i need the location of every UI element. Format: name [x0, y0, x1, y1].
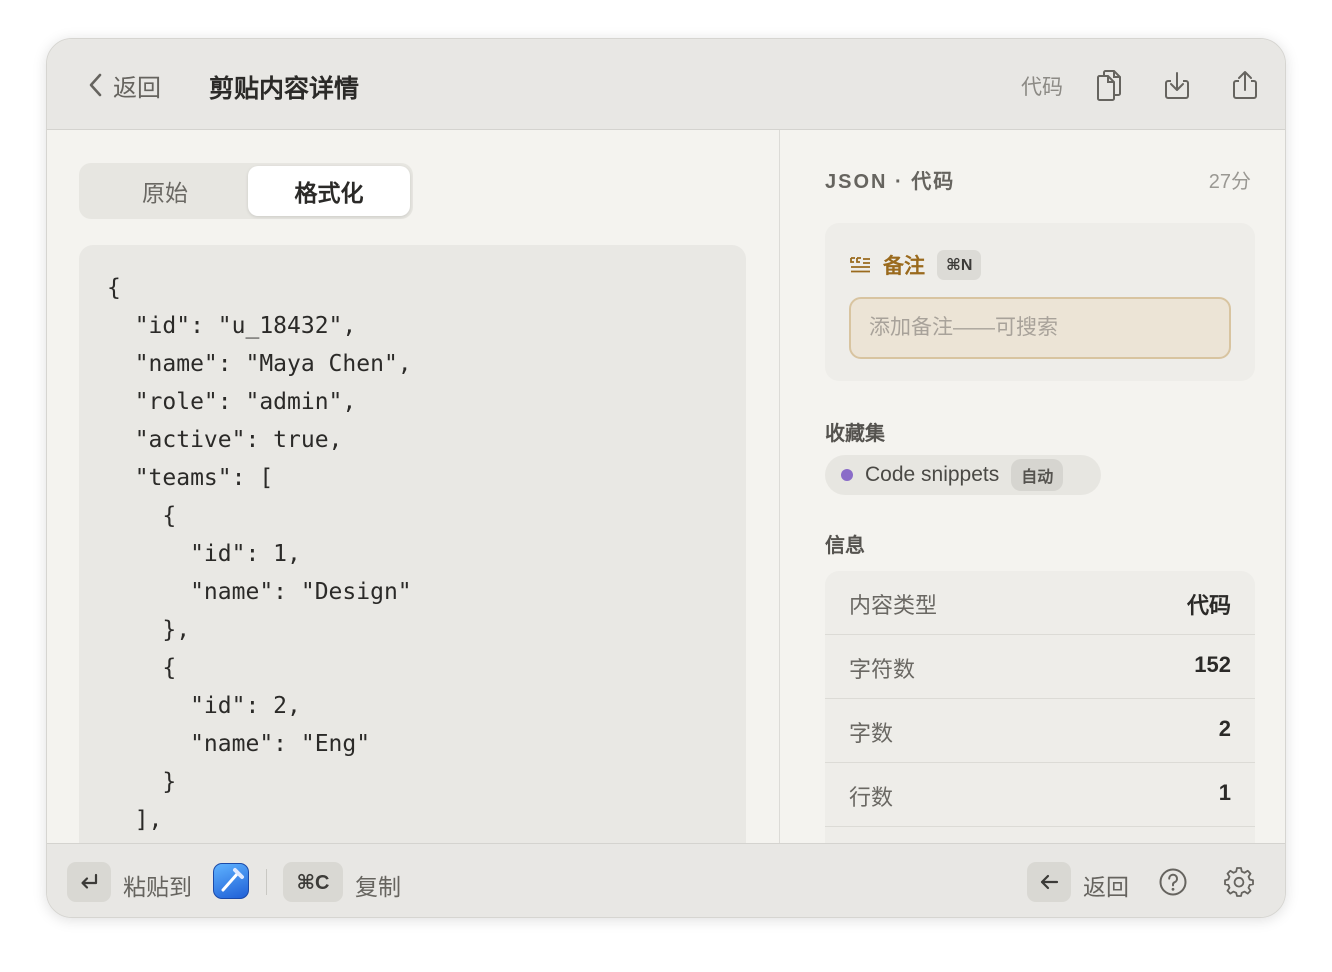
info-value: 152: [1194, 652, 1231, 677]
pane-divider: [779, 130, 780, 843]
code-line: "id": 2,: [107, 693, 301, 719]
back-label: 返回: [113, 74, 161, 102]
clipboard-detail-window: 返回 剪贴内容详情 代码 原始 格式化 {"id": "u_18432", "…: [46, 38, 1286, 918]
paste-key-hint[interactable]: [67, 862, 111, 902]
code-viewer[interactable]: { "id": "u_18432", "name": "Maya Chen", …: [79, 245, 746, 855]
note-shortcut-badge: ⌘N: [937, 250, 982, 280]
content-kind: JSON · 代码: [825, 171, 956, 193]
share-button[interactable]: [1227, 67, 1263, 103]
info-value: 2: [1218, 716, 1231, 741]
target-app-icon: [213, 863, 249, 899]
back-key-hint[interactable]: [1027, 862, 1071, 902]
info-key: 内容类型: [849, 593, 938, 618]
info-row: 内容类型 代码: [825, 571, 1255, 635]
chevron-left-icon: [89, 73, 102, 97]
code-line: "role": "admin",: [107, 389, 357, 415]
code-line: }: [107, 769, 177, 795]
download-button[interactable]: [1159, 67, 1195, 103]
info-label: 信息: [825, 535, 865, 557]
footer-separator: [266, 869, 267, 895]
info-key: 字符数: [849, 657, 916, 682]
help-icon[interactable]: [1157, 866, 1189, 898]
content-type-label: 代码: [1021, 76, 1063, 99]
copy-label[interactable]: 复制: [355, 868, 401, 902]
collections-label: 收藏集: [825, 423, 885, 445]
download-icon: [1165, 72, 1189, 99]
collection-chip[interactable]: Code snippets 自动: [825, 455, 1101, 495]
share-icon: [1233, 71, 1257, 99]
code-line: "id": "u_18432",: [107, 313, 357, 339]
xcode-hammer-icon: [221, 868, 244, 892]
copy-key-hint[interactable]: ⌘C: [283, 862, 343, 902]
collection-auto-badge: 自动: [1011, 459, 1064, 491]
header-bar: 返回 剪贴内容详情 代码: [47, 39, 1285, 130]
code-line: "name": "Maya Chen",: [107, 351, 412, 377]
code-line: "name": "Eng": [107, 731, 371, 757]
tab-raw[interactable]: 原始: [82, 166, 248, 216]
info-value: 代码: [1186, 593, 1231, 618]
note-card: 备注 ⌘N: [825, 223, 1255, 381]
quote-icon: [850, 257, 870, 273]
code-line: "teams": [: [107, 465, 274, 491]
copy-button[interactable]: [1091, 67, 1127, 103]
copy-icon: [1097, 70, 1121, 101]
code-line: {: [107, 503, 177, 529]
info-table: 内容类型 代码 字符数 152 字数 2 行数 1: [825, 571, 1255, 843]
return-key-icon: [81, 873, 98, 889]
info-row: 行数 1: [825, 763, 1255, 827]
code-line: {: [107, 275, 121, 301]
note-input[interactable]: [849, 297, 1231, 359]
footer-back-label[interactable]: 返回: [1083, 868, 1129, 902]
footer-bar: 粘贴到 ⌘C 复制 返回: [47, 843, 1285, 917]
info-value: 1: [1218, 780, 1231, 805]
code-line: },: [107, 617, 191, 643]
code-line: ],: [107, 807, 163, 833]
paste-to-label[interactable]: 粘贴到: [123, 868, 192, 902]
collection-color-dot: [841, 469, 853, 481]
tab-formatted[interactable]: 格式化: [248, 166, 410, 216]
arrow-left-icon: [1040, 874, 1059, 890]
collection-name: Code snippets: [865, 463, 1000, 486]
note-header: 备注 ⌘N: [849, 249, 982, 281]
code-line: "name": "Design": [107, 579, 412, 605]
content-age: 27分: [1208, 171, 1251, 193]
info-key: 行数: [849, 785, 894, 810]
note-title: 备注: [883, 255, 925, 278]
info-row: 字符数 152: [825, 635, 1255, 699]
page-title: 剪贴内容详情: [209, 75, 360, 103]
gear-icon[interactable]: [1223, 866, 1255, 898]
code-line: "active": true,: [107, 427, 343, 453]
info-key: 字数: [849, 721, 894, 746]
view-mode-segmented-control: 原始 格式化: [79, 163, 413, 219]
back-button[interactable]: 返回: [87, 69, 161, 102]
code-line: "id": 1,: [107, 541, 301, 567]
info-row: 字数 2: [825, 699, 1255, 763]
code-line: {: [107, 655, 177, 681]
